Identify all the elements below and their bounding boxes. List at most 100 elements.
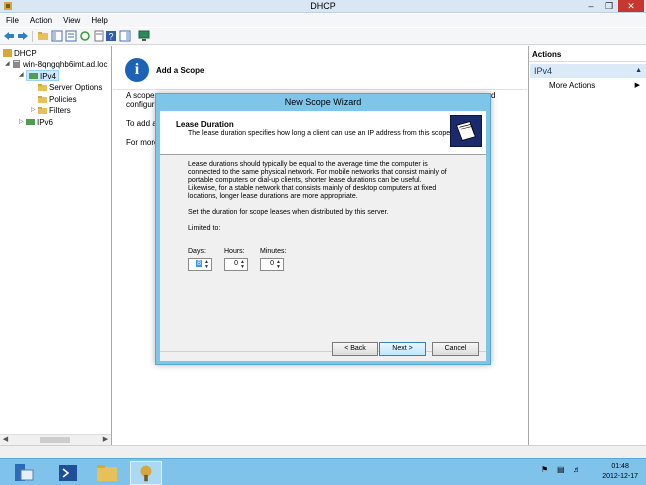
- spin-updown-icon[interactable]: ▲ ▼: [239, 260, 246, 270]
- description-line-3: To add a: [126, 119, 157, 128]
- ipv6-icon: [26, 119, 35, 125]
- tree-server-options-label: Server Options: [49, 83, 103, 92]
- dhcp-icon: [3, 49, 12, 57]
- wizard-page-title: Lease Duration: [176, 120, 234, 129]
- restore-button[interactable]: ❐: [600, 0, 618, 12]
- powershell-icon[interactable]: [52, 461, 84, 485]
- limited-to-label: Limited to:: [188, 225, 221, 232]
- description-line-2: configur: [126, 100, 155, 109]
- show-hide-tree-icon[interactable]: [51, 30, 63, 42]
- toolbar: ?: [0, 28, 646, 45]
- refresh-icon[interactable]: [79, 30, 91, 42]
- next-button[interactable]: Next >: [379, 342, 426, 356]
- spin-updown-icon[interactable]: ▲ ▼: [203, 260, 210, 270]
- description-line-4: For more: [126, 138, 159, 147]
- taskbar: ⚑ ▤ ♬ 01:48 2012-12-17: [0, 458, 646, 485]
- tree-ipv4-label: IPv4: [40, 72, 57, 81]
- body-line-5: locations, longer lease durations are mo…: [188, 193, 358, 200]
- back-arrow-icon[interactable]: [3, 30, 15, 42]
- scroll-right-icon[interactable]: ▶: [100, 435, 111, 443]
- wizard-folder-icon: [450, 115, 482, 147]
- actions-pane: Actions IPv4 ▲ More Actions ▶: [528, 46, 646, 445]
- tree-ipv6-label: IPv6: [37, 118, 54, 127]
- volume-icon[interactable]: ♬: [573, 465, 581, 474]
- svg-text:?: ?: [108, 32, 113, 42]
- description-line-1-end: d: [491, 91, 496, 100]
- back-button[interactable]: < Back: [332, 342, 378, 356]
- help-icon[interactable]: ?: [105, 30, 117, 42]
- folder-icon: [38, 107, 47, 114]
- collapsed-arrow-icon[interactable]: ▷: [19, 117, 24, 128]
- menu-help[interactable]: Help: [85, 14, 112, 25]
- folder-icon: [38, 96, 47, 103]
- tree-root-label: DHCP: [14, 49, 37, 58]
- minimize-button[interactable]: –: [582, 0, 600, 12]
- wizard-page-subtitle: The lease duration specifies how long a …: [188, 130, 453, 137]
- close-button[interactable]: ✕: [618, 0, 644, 12]
- submenu-arrow-icon: ▶: [634, 82, 640, 89]
- clock-time: 01:48: [611, 463, 629, 470]
- toolbar-separator: [32, 31, 33, 42]
- hours-value[interactable]: 0: [234, 260, 238, 267]
- set-duration-text: Set the duration for scope leases when d…: [188, 209, 389, 216]
- scroll-thumb[interactable]: [40, 437, 70, 443]
- expand-arrow-icon[interactable]: ◢: [19, 70, 24, 81]
- minutes-value[interactable]: 0: [270, 260, 274, 267]
- body-line-4: Likewise, for a stable network that cons…: [188, 185, 437, 192]
- title-bar: DHCP – ❐ ✕: [0, 0, 646, 13]
- menu-bar: File Action View Help: [0, 14, 646, 27]
- window-title: DHCP: [310, 1, 336, 11]
- menu-view[interactable]: View: [57, 14, 85, 25]
- days-spinner[interactable]: 8 ▲ ▼: [188, 258, 212, 271]
- up-folder-icon[interactable]: [37, 30, 49, 42]
- days-value[interactable]: 8: [196, 260, 202, 267]
- expand-arrow-icon[interactable]: ◢: [5, 59, 10, 70]
- menu-action[interactable]: Action: [24, 14, 57, 25]
- collapsed-arrow-icon[interactable]: ▷: [31, 105, 36, 116]
- tree-filters[interactable]: Filters: [38, 105, 71, 116]
- status-bar: [0, 445, 646, 458]
- actions-header: Actions: [529, 50, 646, 62]
- more-actions-link[interactable]: More Actions: [549, 81, 595, 90]
- file-explorer-icon[interactable]: [91, 461, 123, 485]
- server-icon: [13, 60, 20, 68]
- dhcp-taskbar-icon[interactable]: [130, 461, 162, 485]
- actions-section-ipv4[interactable]: IPv4 ▲: [530, 64, 646, 78]
- flag-icon[interactable]: ⚑: [541, 465, 548, 474]
- ipv4-icon: [29, 73, 38, 79]
- tree-server[interactable]: win-8qngqhb6imt.ad.loc: [12, 59, 108, 70]
- tree-ipv4[interactable]: IPv4: [26, 70, 60, 81]
- info-icon: i: [125, 58, 149, 82]
- body-line-3: portable computers or dial-up clients, s…: [188, 177, 422, 184]
- network-icon[interactable]: ▤: [557, 465, 565, 474]
- export-list-icon[interactable]: [93, 30, 105, 42]
- description-line-1: A scope: [126, 91, 155, 100]
- action-pane-icon[interactable]: [119, 30, 131, 42]
- minutes-spinner[interactable]: 0 ▲ ▼: [260, 258, 284, 271]
- server-manager-icon[interactable]: [6, 461, 38, 485]
- hours-spinner[interactable]: 0 ▲ ▼: [224, 258, 248, 271]
- cancel-button[interactable]: Cancel: [432, 342, 479, 356]
- scroll-left-icon[interactable]: ◀: [0, 435, 11, 443]
- dialog-title: New Scope Wizard: [284, 97, 362, 107]
- menu-file[interactable]: File: [0, 14, 24, 25]
- page-heading: Add a Scope: [156, 66, 205, 75]
- tree-policies[interactable]: Policies: [38, 94, 77, 105]
- wizard-header: Lease Duration The lease duration specif…: [160, 111, 486, 155]
- system-clock[interactable]: 01:48 2012-12-17: [602, 462, 638, 482]
- tree-horizontal-scrollbar[interactable]: ◀ ▶: [0, 434, 111, 445]
- monitor-icon[interactable]: [138, 30, 150, 42]
- spin-updown-icon[interactable]: ▲ ▼: [275, 260, 282, 270]
- dialog-client-area: Lease Duration The lease duration specif…: [160, 111, 486, 361]
- collapse-up-icon[interactable]: ▲: [635, 64, 642, 78]
- forward-arrow-icon[interactable]: [17, 30, 29, 42]
- console-tree: DHCP ◢ win-8qngqhb6imt.ad.loc ◢ IPv4 Ser…: [0, 46, 112, 445]
- tree-server-options[interactable]: Server Options: [38, 82, 102, 93]
- folder-icon: [38, 84, 47, 91]
- body-line-1: Lease durations should typically be equa…: [188, 161, 428, 168]
- body-line-2: connected to the same physical network. …: [188, 169, 447, 176]
- tree-root-dhcp[interactable]: DHCP: [3, 48, 37, 59]
- properties-icon[interactable]: [65, 30, 77, 42]
- clock-date: 2012-12-17: [602, 473, 638, 480]
- tree-ipv6[interactable]: IPv6: [26, 117, 53, 128]
